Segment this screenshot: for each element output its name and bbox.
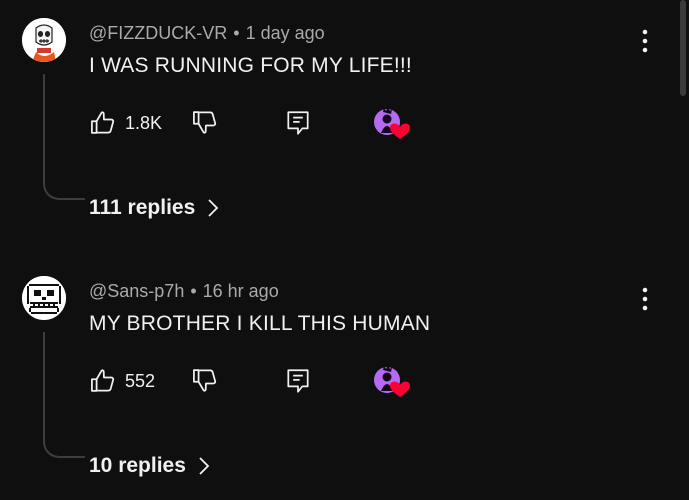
dislike-button[interactable] xyxy=(191,366,219,399)
dislike-button[interactable] xyxy=(191,108,219,141)
thread-connector-line xyxy=(43,332,85,458)
comment-text: I WAS RUNNING FOR MY LIFE!!! xyxy=(89,54,412,77)
reply-comment-icon xyxy=(287,369,309,393)
reply-button[interactable] xyxy=(285,367,311,400)
like-button[interactable]: 552 xyxy=(89,366,155,396)
replies-count-label: 10 replies xyxy=(89,454,186,477)
meta-separator: • xyxy=(233,23,240,43)
papyrus-avatar-icon xyxy=(22,18,66,62)
scrollbar-thumb[interactable] xyxy=(680,0,686,96)
sans-skull-avatar-icon xyxy=(22,276,66,320)
comment-meta: @Sans-p7h • 16 hr ago xyxy=(89,281,279,302)
creator-heart-icon xyxy=(374,107,410,139)
chevron-right-icon xyxy=(208,199,219,217)
reply-button[interactable] xyxy=(285,109,311,142)
comment-text: MY BROTHER I KILL THIS HUMAN xyxy=(89,312,431,335)
comment-meta: @FIZZDUCK-VR • 1 day ago xyxy=(89,23,325,44)
thumbs-down-icon xyxy=(193,369,217,392)
creator-heart-badge xyxy=(371,106,411,142)
creator-heart-icon xyxy=(374,365,410,397)
author-avatar[interactable] xyxy=(22,18,66,62)
comment-menu-button[interactable] xyxy=(636,286,654,312)
like-count: 552 xyxy=(125,370,156,391)
reply-comment-icon xyxy=(287,111,309,135)
author-avatar[interactable] xyxy=(22,276,66,320)
like-count: 1.8K xyxy=(125,112,163,133)
replies-count-label: 111 replies xyxy=(89,196,196,219)
comment-author[interactable]: @FIZZDUCK-VR xyxy=(89,23,227,43)
chevron-right-icon xyxy=(199,457,210,475)
thumbs-up-icon xyxy=(91,369,115,392)
comment-time[interactable]: 1 day ago xyxy=(246,23,325,43)
comment-thread: @FIZZDUCK-VR • 1 day ago I WAS RUNNING FOR… xyxy=(0,0,689,240)
more-vert-icon xyxy=(642,287,648,311)
comment-menu-button[interactable] xyxy=(636,28,654,54)
more-vert-icon xyxy=(642,29,648,53)
thumbs-up-icon xyxy=(91,111,115,134)
like-button[interactable]: 1.8K xyxy=(89,108,162,138)
comment-actions: 1.8K xyxy=(89,107,429,141)
creator-heart-badge xyxy=(371,364,411,400)
view-replies-button[interactable]: 111 replies xyxy=(89,196,219,220)
comment-time[interactable]: 16 hr ago xyxy=(203,281,279,301)
view-replies-button[interactable]: 10 replies xyxy=(89,454,210,478)
comment-author[interactable]: @Sans-p7h xyxy=(89,281,184,301)
comment-actions: 552 xyxy=(89,365,429,399)
thread-connector-line xyxy=(43,74,85,200)
thumbs-down-icon xyxy=(193,111,217,134)
comment-thread: @Sans-p7h • 16 hr ago MY BROTHER I KILL TH… xyxy=(0,258,689,498)
meta-separator: • xyxy=(190,281,197,301)
